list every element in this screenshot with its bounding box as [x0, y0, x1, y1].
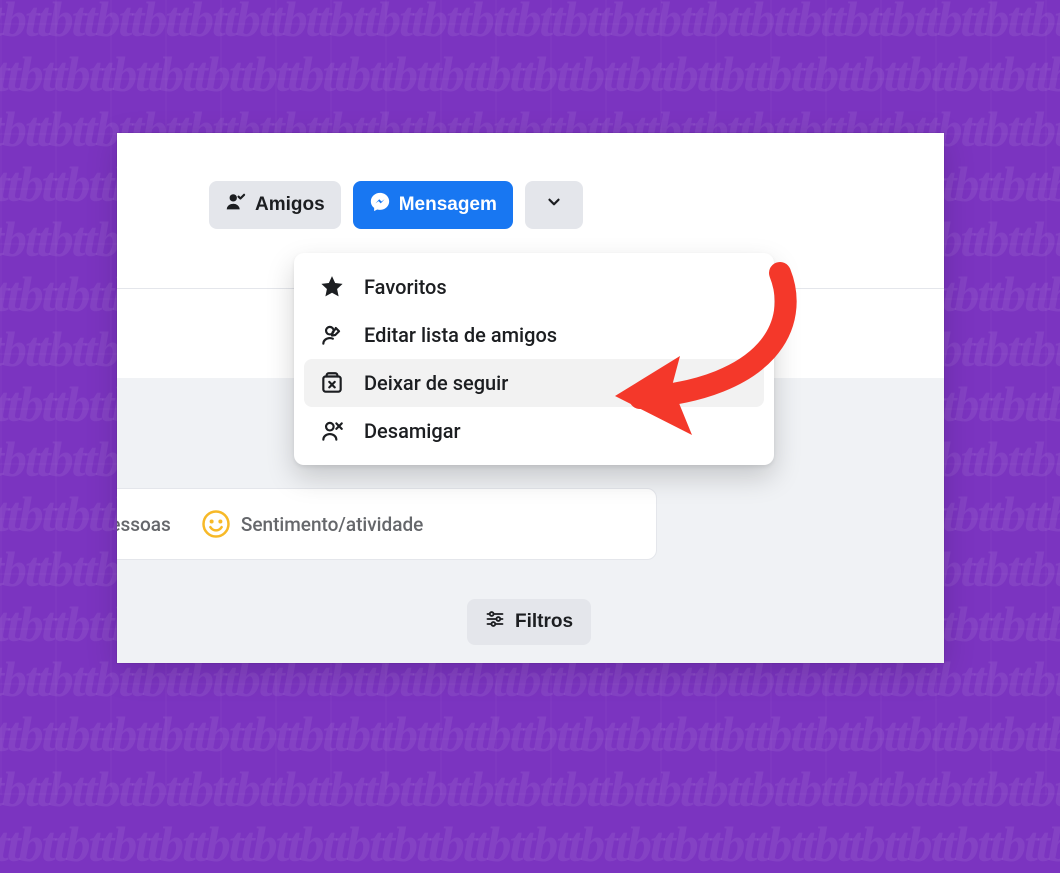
more-actions-button[interactable]: [525, 181, 583, 229]
unfollow-icon: [318, 369, 346, 397]
tag-people-label: car pessoas: [117, 513, 171, 536]
profile-actions-row: Amigos Mensagem: [209, 181, 583, 229]
chevron-down-icon: [545, 193, 563, 217]
screenshot-card: Amigos Mensagem: [117, 133, 944, 663]
message-button[interactable]: Mensagem: [353, 181, 513, 229]
friends-button[interactable]: Amigos: [209, 181, 341, 229]
tag-people-option[interactable]: car pessoas: [117, 513, 171, 536]
friends-button-label: Amigos: [255, 194, 325, 216]
menu-item-unfriend-label: Desamigar: [364, 419, 461, 443]
menu-item-unfriend[interactable]: Desamigar: [304, 407, 764, 455]
composer-row: car pessoas Sentimento/atividade: [117, 488, 657, 560]
feeling-activity-label: Sentimento/atividade: [241, 513, 424, 536]
menu-item-favorites[interactable]: Favoritos: [304, 263, 764, 311]
message-button-label: Mensagem: [399, 194, 497, 216]
messenger-icon: [369, 191, 391, 219]
unfriend-icon: [318, 417, 346, 445]
menu-item-edit-friend-list[interactable]: Editar lista de amigos: [304, 311, 764, 359]
sliders-icon: [485, 609, 505, 635]
star-icon: [318, 273, 346, 301]
smiley-icon: [201, 509, 231, 539]
menu-item-edit-friend-list-label: Editar lista de amigos: [364, 323, 557, 347]
filters-button[interactable]: Filtros: [467, 599, 591, 645]
menu-item-favorites-label: Favoritos: [364, 275, 447, 299]
friends-dropdown-menu: Favoritos Editar lista de amigos: [294, 253, 774, 465]
menu-item-unfollow-label: Deixar de seguir: [364, 371, 508, 395]
edit-friends-icon: [318, 321, 346, 349]
menu-item-unfollow[interactable]: Deixar de seguir: [304, 359, 764, 407]
friends-check-icon: [225, 191, 247, 219]
filters-button-label: Filtros: [515, 611, 573, 633]
feeling-activity-option[interactable]: Sentimento/atividade: [201, 509, 424, 539]
